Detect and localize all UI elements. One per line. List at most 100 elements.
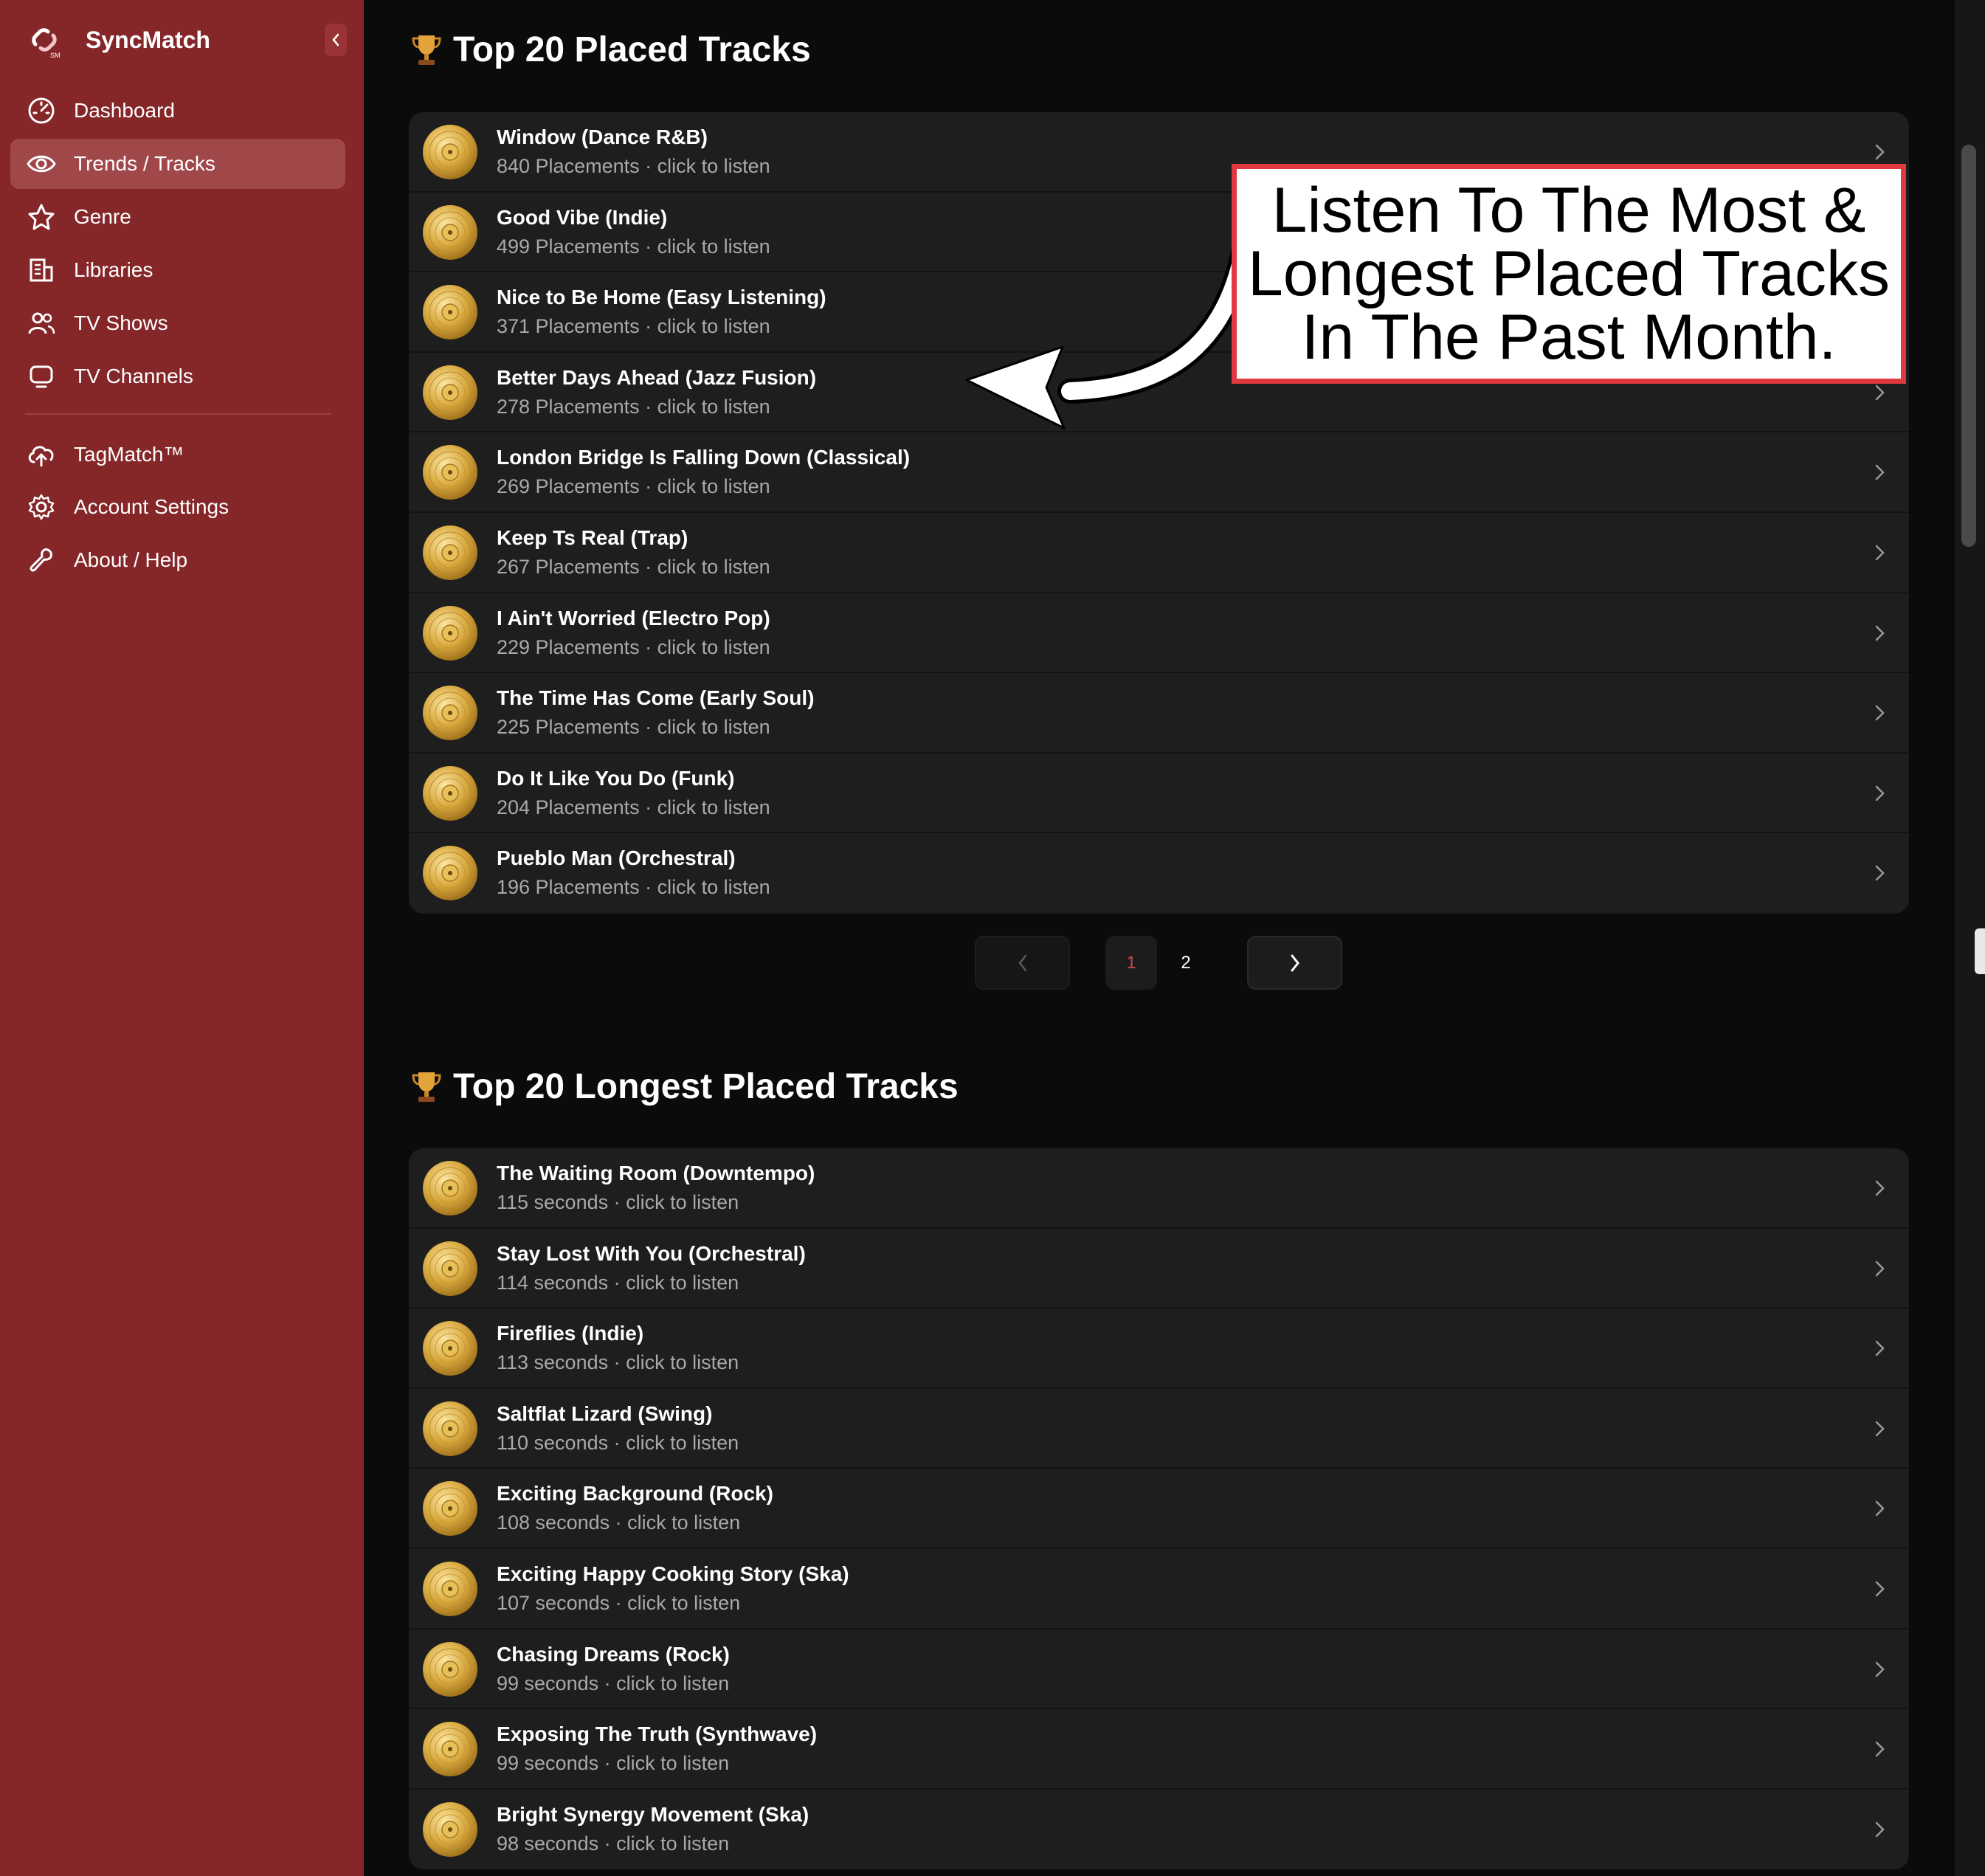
track-row[interactable]: London Bridge Is Falling Down (Classical…	[409, 432, 1909, 513]
sidebar-item-libraries[interactable]: Libraries	[10, 245, 345, 295]
gold-record-icon	[423, 525, 477, 580]
pagination-page-2[interactable]: 2	[1160, 936, 1212, 990]
sidebar-item-account-settings[interactable]: Account Settings	[10, 482, 345, 532]
pagination-next-button[interactable]	[1247, 936, 1342, 990]
track-row[interactable]: Chasing Dreams (Rock) 99 seconds · click …	[409, 1630, 1909, 1710]
track-meta: 371 Placements · click to listen	[497, 315, 770, 338]
pagination-prev-button[interactable]	[975, 936, 1070, 990]
longest-title-text: Top 20 Longest Placed Tracks	[453, 1067, 959, 1106]
trophy-icon	[412, 35, 441, 65]
track-row[interactable]: Fireflies (Indie) 113 seconds · click to …	[409, 1308, 1909, 1389]
sidebar-item-tv-channels[interactable]: TV Channels	[10, 351, 345, 401]
track-title: The Time Has Come (Early Soul)	[497, 686, 815, 710]
sidebar-item-tagmatch[interactable]: TagMatch™	[10, 430, 345, 480]
track-meta: 499 Placements · click to listen	[497, 235, 770, 258]
gold-record-icon	[423, 285, 477, 340]
brand[interactable]: SM SyncMatch	[25, 18, 210, 62]
chevron-right-icon	[1875, 866, 1885, 881]
sidebar-item-label: Dashboard	[74, 99, 175, 122]
scrollbar-thumb[interactable]	[1961, 145, 1976, 547]
track-meta: 110 seconds · click to listen	[497, 1431, 739, 1454]
monitor-icon	[27, 362, 56, 391]
gold-record-icon	[423, 365, 477, 420]
track-row[interactable]: I Ain't Worried (Electro Pop) 229 Placeme…	[409, 593, 1909, 674]
sidebar-item-label: Account Settings	[74, 495, 229, 518]
track-title: Fireflies (Indie)	[497, 1322, 644, 1345]
sidebar-item-trends-tracks[interactable]: Trends / Tracks	[10, 139, 345, 189]
track-row[interactable]: Saltflat Lizard (Swing) 110 seconds · cli…	[409, 1389, 1909, 1469]
track-title: Saltflat Lizard (Swing)	[497, 1401, 713, 1425]
svg-text:SM: SM	[50, 52, 61, 59]
track-row[interactable]: Exciting Happy Cooking Story (Ska) 107 se…	[409, 1549, 1909, 1630]
cloud-upload-icon	[27, 440, 56, 469]
track-title: Do It Like You Do (Funk)	[497, 766, 735, 790]
chevron-right-icon	[1875, 705, 1885, 721]
track-meta: 113 seconds · click to listen	[497, 1351, 739, 1374]
track-title: Exposing The Truth (Synthwave)	[497, 1722, 818, 1746]
chevron-right-icon	[1875, 785, 1885, 801]
chevron-right-icon	[1875, 384, 1885, 401]
collapse-sidebar-button[interactable]	[325, 24, 347, 56]
scroll-handle[interactable]	[1975, 928, 1985, 974]
track-meta: 115 seconds · click to listen	[497, 1191, 739, 1213]
gold-record-icon	[423, 1641, 477, 1697]
track-meta: 204 Placements · click to listen	[497, 796, 770, 818]
track-meta: 278 Placements · click to listen	[497, 395, 770, 418]
track-row[interactable]: The Time Has Come (Early Soul) 225 Placem…	[409, 673, 1909, 753]
track-meta: 99 seconds · click to listen	[497, 1672, 730, 1694]
trophy-icon	[412, 1072, 441, 1102]
track-meta: 229 Placements · click to listen	[497, 635, 770, 658]
track-meta: 99 seconds · click to listen	[497, 1752, 730, 1775]
sidebar-item-about-help[interactable]: About / Help	[10, 535, 345, 585]
gold-record-icon	[423, 1161, 477, 1215]
gold-record-icon	[423, 1401, 477, 1456]
pagination-page-1[interactable]: 1	[1105, 936, 1157, 990]
track-meta: 196 Placements · click to listen	[497, 876, 770, 899]
track-row[interactable]: Bright Synergy Movement (Ska) 98 seconds …	[409, 1790, 1909, 1870]
track-title: Pueblo Man (Orchestral)	[497, 846, 736, 870]
chevron-right-icon	[1875, 1421, 1885, 1437]
track-title: Keep Ts Real (Trap)	[497, 525, 688, 549]
track-title: London Bridge Is Falling Down (Classical…	[497, 446, 911, 469]
gold-record-icon	[423, 1801, 477, 1857]
sidebar-item-label: TV Channels	[74, 365, 193, 387]
chevron-right-icon	[1875, 1581, 1885, 1597]
longest-section-title: Top 20 Longest Placed Tracks	[410, 1066, 959, 1107]
track-row[interactable]: Pueblo Man (Orchestral) 196 Placements · …	[409, 833, 1909, 914]
track-title: Good Vibe (Indie)	[497, 205, 668, 229]
track-meta: 840 Placements · click to listen	[497, 155, 770, 177]
track-title: Exciting Background (Rock)	[497, 1482, 773, 1506]
longest-track-list: The Waiting Room (Downtempo) 115 seconds …	[409, 1148, 1909, 1870]
callout-line: Longest Placed Tracks	[1247, 238, 1891, 309]
track-row[interactable]: Exciting Background (Rock) 108 seconds · …	[409, 1469, 1909, 1549]
chevron-right-icon	[1875, 1340, 1885, 1356]
track-row[interactable]: Keep Ts Real (Trap) 267 Placements · clic…	[409, 513, 1909, 593]
sidebar-item-label: TagMatch™	[74, 443, 184, 466]
track-meta: 267 Placements · click to listen	[497, 555, 770, 578]
sidebar-item-genre[interactable]: Genre	[10, 192, 345, 242]
sidebar-item-dashboard[interactable]: Dashboard	[10, 86, 345, 136]
building-icon	[27, 255, 56, 285]
sidebar-divider	[25, 413, 331, 415]
chevron-right-icon	[1875, 144, 1885, 160]
track-title: Window (Dance R&B)	[497, 125, 708, 148]
sidebar-item-tv-shows[interactable]: TV Shows	[10, 298, 345, 348]
track-row[interactable]: Do It Like You Do (Funk) 204 Placements ·…	[409, 753, 1909, 834]
annotation-arrow-icon	[965, 216, 1260, 430]
gear-icon	[27, 492, 56, 522]
track-title: I Ain't Worried (Electro Pop)	[497, 606, 770, 630]
chevron-right-icon	[1875, 1261, 1885, 1276]
track-meta: 114 seconds · click to listen	[497, 1271, 739, 1294]
placed-section-title: Top 20 Placed Tracks	[410, 30, 811, 70]
track-row[interactable]: Exposing The Truth (Synthwave) 99 seconds…	[409, 1709, 1909, 1790]
track-title: Stay Lost With You (Orchestral)	[497, 1241, 806, 1265]
syncmatch-logo-icon: SM	[27, 22, 62, 59]
track-row[interactable]: The Waiting Room (Downtempo) 115 seconds …	[409, 1148, 1909, 1229]
track-row[interactable]: Stay Lost With You (Orchestral) 114 secon…	[409, 1229, 1909, 1309]
app-name: SyncMatch	[86, 26, 210, 53]
callout-line: Listen To The Most &	[1271, 175, 1866, 246]
callout-line: In The Past Month.	[1301, 302, 1837, 373]
gold-record-icon	[423, 686, 477, 741]
sidebar-item-label: About / Help	[74, 548, 188, 571]
annotation-callout: Listen To The Most & Longest Placed Trac…	[1232, 164, 1906, 384]
